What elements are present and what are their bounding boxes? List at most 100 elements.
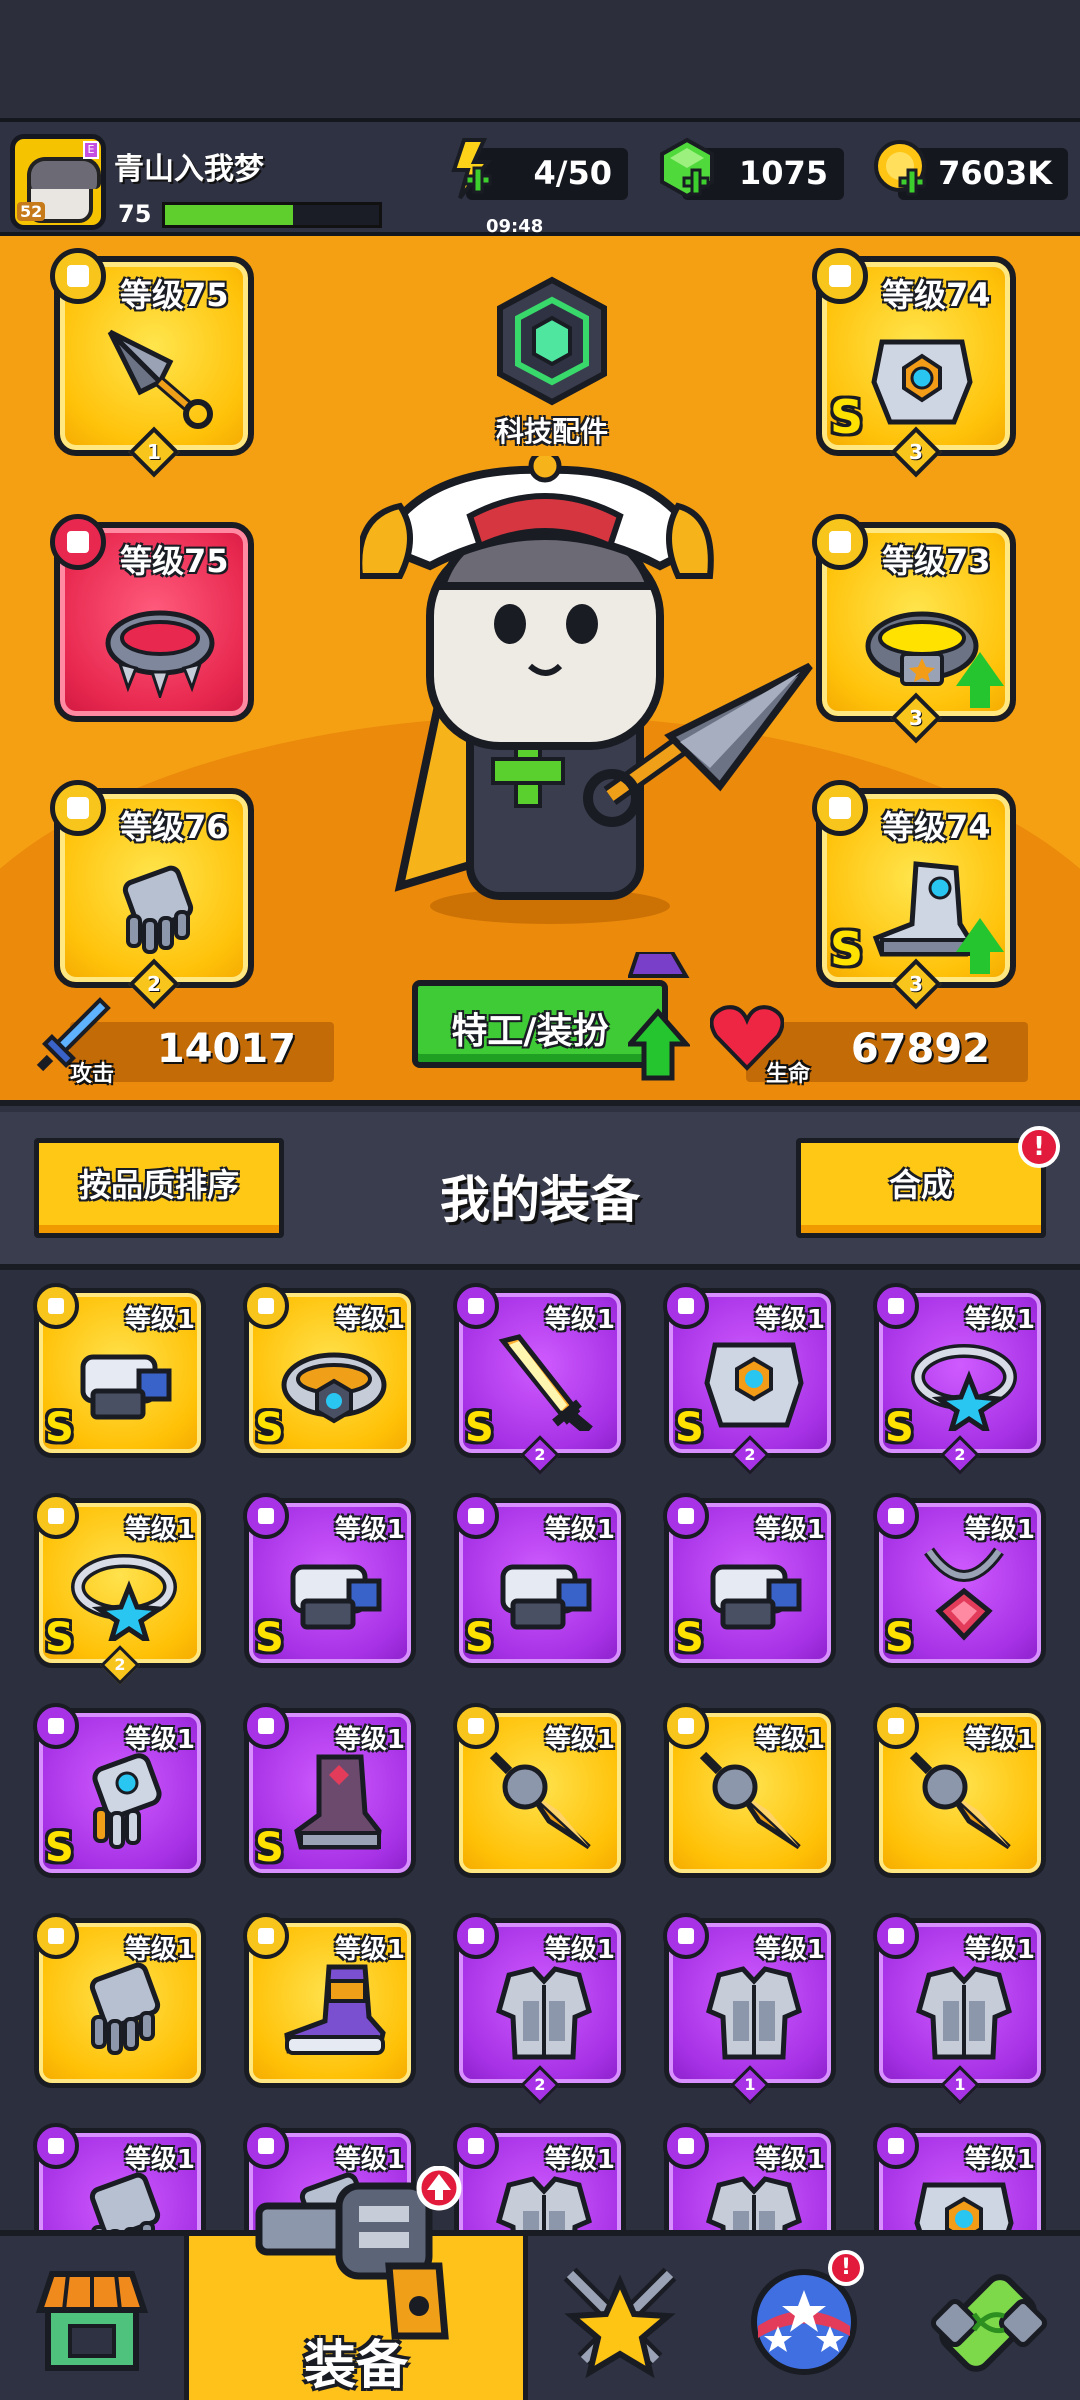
energy-counter[interactable]: 4/50 09:48 [451, 138, 628, 237]
gold-counter[interactable]: 7603K [874, 140, 1068, 200]
inventory-item[interactable]: 等级1 [663, 1703, 836, 1878]
blaster-icon [80, 1354, 172, 1420]
slot-type-icon [453, 1703, 499, 1749]
gem-value: 1075 [738, 154, 828, 192]
equip-slot-gloves[interactable]: 等级76 2 [50, 780, 254, 1010]
slot-type-icon [453, 1283, 499, 1329]
star-ring-icon [911, 1344, 1017, 1431]
nav-battle[interactable] [528, 2236, 712, 2400]
slot-level: 等级74 [882, 276, 991, 314]
nav-talents[interactable]: ! [712, 2236, 896, 2400]
inventory-item[interactable]: 等级1 S 2 [663, 1283, 836, 1475]
inventory-item[interactable]: 等级1 1 [663, 1913, 836, 2105]
slot-level: 等级73 [882, 542, 991, 580]
item-level: 等级1 [124, 1935, 195, 1965]
slot-type-icon [663, 1913, 709, 1959]
mech-armor-icon [871, 339, 973, 425]
inventory-item[interactable]: 等级1 S 2 [873, 1283, 1046, 1475]
slot-type-icon [243, 1913, 289, 1959]
inventory-item[interactable]: 等级1 [33, 2123, 206, 2230]
equip-slot-weapon[interactable]: 等级75 1 [50, 248, 254, 478]
inventory-item[interactable]: 等级1 [663, 2123, 836, 2230]
player-avatar[interactable]: E 52 [10, 134, 106, 230]
hero-character[interactable] [360, 456, 820, 926]
slot-type-icon [243, 2123, 289, 2169]
gem-counter[interactable]: 1075 [660, 137, 844, 200]
inventory-item[interactable]: 等级1 S [243, 1283, 416, 1458]
energy-timer: 09:48 [486, 216, 544, 237]
slot-type-icon [33, 1493, 79, 1539]
inventory-item[interactable]: 等级1 S [33, 1703, 206, 1878]
item-level: 等级1 [754, 1725, 825, 1755]
inventory-item[interactable]: 等级1 [873, 2123, 1046, 2230]
equip-slot-necklace[interactable]: 等级75 [50, 514, 254, 722]
inventory-item[interactable]: 等级1 S 2 [453, 1283, 626, 1475]
inventory-item[interactable]: 等级1 [453, 2123, 626, 2230]
grade-badge: S [465, 1405, 494, 1451]
tech-part-label: 科技配件 [495, 415, 608, 448]
nav-dna[interactable] [896, 2236, 1080, 2400]
grade-badge: S [45, 1615, 74, 1661]
drill-spear-icon [489, 1751, 591, 1850]
gauntlet-icon [89, 2172, 161, 2230]
blaster-icon [710, 1564, 802, 1630]
nav-equipment[interactable]: 装备 [184, 2166, 528, 2400]
inventory-item[interactable]: 等级1 S [453, 1493, 626, 1668]
attack-value: 14017 [156, 1026, 296, 1072]
tech-part-button[interactable]: 科技配件 [478, 276, 626, 450]
slot-type-icon [33, 1283, 79, 1329]
item-level: 等级1 [124, 2145, 195, 2175]
item-level: 等级1 [334, 1515, 405, 1545]
grade-badge: S [255, 1615, 284, 1661]
revolver-icon [255, 2166, 462, 2340]
inventory-item[interactable]: 等级1 [453, 1703, 626, 1878]
star-badge: 2 [730, 1435, 770, 1475]
equip-slot-boots[interactable]: 等级74 S 3 [812, 780, 1016, 1010]
armor-slot-icon [812, 248, 868, 304]
inventory-item[interactable]: 等级1 [873, 1703, 1046, 1878]
item-level: 等级1 [964, 1935, 1035, 1965]
avatar-tag: E [83, 141, 99, 159]
inventory-item[interactable]: 等级1 S [243, 1703, 416, 1878]
star-badge: 2 [100, 1645, 140, 1685]
hp-stat: 生命 67892 [710, 1005, 1028, 1087]
inventory-item[interactable]: 等级1 2 [453, 1913, 626, 2105]
inventory-item[interactable]: 等级1 [33, 1913, 206, 2088]
slot-level: 等级75 [120, 276, 229, 314]
nav-equipment-label: 装备 [303, 2336, 408, 2396]
item-level: 等级1 [964, 1305, 1035, 1335]
grade-badge: S [255, 1405, 284, 1451]
grade-badge: S [45, 1825, 74, 1871]
belt-slot-icon [812, 514, 868, 570]
slot-type-icon [873, 1703, 919, 1749]
star-badge: 1 [128, 426, 180, 478]
inventory-item[interactable]: 等级1 S [873, 1493, 1046, 1668]
merge-button[interactable]: 合成 [796, 1138, 1046, 1238]
inventory-item[interactable]: 等级1 S [33, 1283, 206, 1458]
slot-type-icon [33, 2123, 79, 2169]
agent-outfit-button[interactable]: 特工/装扮 [412, 952, 690, 1081]
equip-slot-belt[interactable]: 等级73 3 [812, 514, 1016, 744]
item-level: 等级1 [544, 1935, 615, 1965]
slot-type-icon [243, 1493, 289, 1539]
item-level: 等级1 [544, 1515, 615, 1545]
slot-type-icon [243, 1283, 289, 1329]
star-badge: 1 [730, 2065, 770, 2105]
tech-chip-icon [497, 276, 607, 406]
item-level: 等级1 [754, 2145, 825, 2175]
slot-level: 等级76 [120, 808, 229, 846]
inventory-item[interactable]: 等级1 1 [873, 1913, 1046, 2105]
inventory-item[interactable]: 等级1 [243, 1913, 416, 2088]
star-badge: 3 [890, 958, 942, 1010]
spiked-collar-icon [105, 610, 215, 698]
inventory-item[interactable]: 等级1 S [663, 1493, 836, 1668]
equip-slot-armor[interactable]: 等级74 S 3 [812, 248, 1016, 478]
nav-shop[interactable] [0, 2236, 184, 2400]
slot-type-icon [663, 1703, 709, 1749]
plate-armor-icon [706, 1966, 802, 2060]
inventory-item[interactable]: 等级1 S 2 [33, 1493, 206, 1685]
tech-gauntlet-icon [92, 1753, 162, 1849]
slot-type-icon [453, 1913, 499, 1959]
inventory-item[interactable]: 等级1 S [243, 1493, 416, 1668]
grade-badge: S [885, 1615, 914, 1661]
